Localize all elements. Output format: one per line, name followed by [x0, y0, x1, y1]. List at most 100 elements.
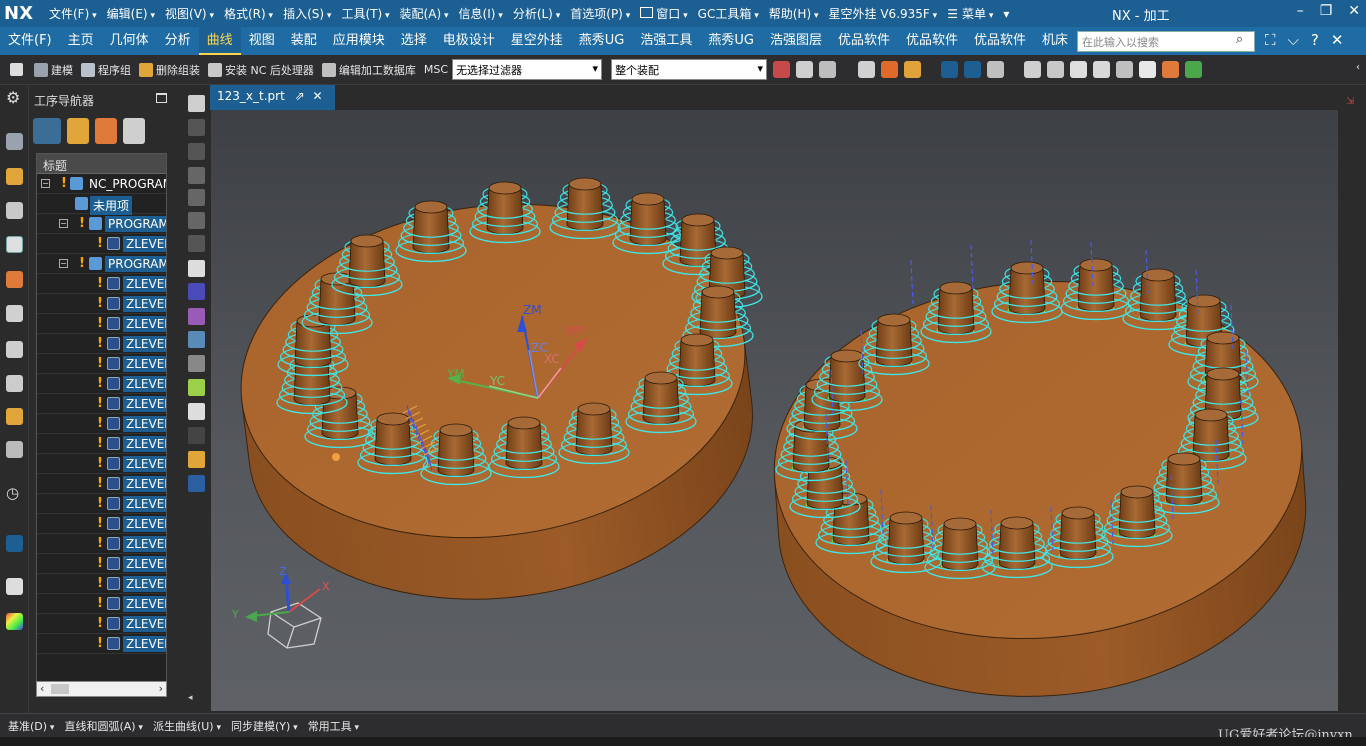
menu-insert[interactable]: 插入(S)	[278, 5, 336, 22]
tree-row[interactable]: ! ZLEVEL_PROFILE	[37, 514, 166, 534]
datum-menu[interactable]: 基准(D)	[0, 718, 59, 734]
tree-row[interactable]: ! ZLEVEL_PROFILE	[37, 294, 166, 314]
menu-menu[interactable]: ☰ 菜单	[942, 5, 998, 22]
verify-icon[interactable]	[1070, 61, 1088, 78]
generate-icon[interactable]	[1024, 61, 1042, 78]
menu-gc-toolbox[interactable]: GC工具箱	[693, 5, 764, 22]
sync-modeling-menu[interactable]: 同步建模(Y)	[226, 718, 303, 734]
menu-preferences[interactable]: 首选项(P)	[565, 5, 635, 22]
feature-navigator-icon[interactable]	[6, 305, 23, 322]
menu-file[interactable]: 文件(F)	[44, 5, 102, 22]
tree-row[interactable]: ! ZLEVEL_PROFILE	[37, 234, 166, 254]
rotate-icon[interactable]	[188, 427, 205, 444]
assembly-navigator-icon[interactable]	[6, 168, 23, 185]
show-eye-icon[interactable]	[964, 61, 982, 78]
derived-curve-menu[interactable]: 派生曲线(U)	[148, 718, 226, 734]
tab-yanxiu-2[interactable]: 燕秀UG	[700, 27, 762, 55]
replay-icon[interactable]	[1047, 61, 1065, 78]
part-navigator-icon[interactable]	[6, 133, 23, 150]
tab-curve[interactable]: 曲线	[198, 27, 241, 55]
build-button[interactable]: 建模	[30, 62, 77, 78]
tab-youpin-3[interactable]: 优品软件	[966, 27, 1034, 55]
delete-assembly-button[interactable]: 删除组装	[135, 62, 204, 78]
tree-horizontal-scrollbar[interactable]: ‹ ›	[36, 681, 167, 697]
tree-row[interactable]: ! ZLEVEL_PROFILE	[37, 414, 166, 434]
tree-row[interactable]: ! ZLEVEL_PROFILE	[37, 354, 166, 374]
panel-collapse-icon[interactable]: ⇲	[1346, 96, 1354, 107]
hide-toolpath-icon[interactable]	[987, 61, 1005, 78]
tab-youpin-2[interactable]: 优品软件	[898, 27, 966, 55]
tree-row[interactable]: ! ZLEVEL_PROFILE	[37, 594, 166, 614]
window-close-icon[interactable]: ✕	[1331, 31, 1344, 49]
search-icon[interactable]: ⌕	[1236, 32, 1243, 47]
tree-row[interactable]: ! ZLEVEL_PROFILE	[37, 434, 166, 454]
hd3d-icon[interactable]	[6, 375, 23, 392]
create-geometry-icon[interactable]	[188, 143, 205, 160]
maximize-panel-icon[interactable]	[156, 93, 167, 103]
fullscreen-icon[interactable]: ⛶	[1265, 31, 1276, 49]
geometry-view-icon[interactable]	[95, 118, 117, 144]
command-search-input[interactable]: 在此输入以搜索	[1077, 31, 1255, 52]
tree-row[interactable]: ! ZLEVEL_PROFILE	[37, 534, 166, 554]
menu-xingkong[interactable]: 星空外挂 V6.935F	[824, 5, 943, 22]
edit-object-icon[interactable]	[188, 212, 205, 229]
menu-tools[interactable]: 工具(T)	[336, 5, 394, 22]
help-icon[interactable]: ?	[1311, 31, 1319, 49]
tree-row[interactable]: ! ZLEVEL_PROFILE	[37, 494, 166, 514]
settings-gear-icon[interactable]: ⚙	[6, 89, 23, 106]
snap-point-icon[interactable]	[773, 61, 791, 78]
menu-analysis[interactable]: 分析(L)	[508, 5, 565, 22]
orient-icon[interactable]	[881, 61, 899, 78]
process-icon[interactable]	[6, 408, 23, 425]
tree-row[interactable]: 未用项	[37, 194, 166, 215]
restore-icon[interactable]: ❐	[1320, 3, 1333, 19]
quick-pick-icon[interactable]	[819, 61, 837, 78]
graphics-window[interactable]: ZM XM YM ZC XC YC Z X Y	[211, 110, 1338, 711]
create-tool-icon[interactable]	[188, 119, 205, 136]
postprocess-icon[interactable]	[1093, 61, 1111, 78]
menu-info[interactable]: 信息(I)	[454, 5, 508, 22]
layer-icon[interactable]	[1162, 61, 1180, 78]
tree-row[interactable]: ! ZLEVEL_PROFILE	[37, 274, 166, 294]
reuse-library-icon[interactable]	[6, 341, 23, 358]
create-method-icon[interactable]	[188, 167, 205, 184]
fit-icon[interactable]	[904, 61, 922, 78]
tab-yanxiu-1[interactable]: 燕秀UG	[571, 27, 633, 55]
menu-window[interactable]: 窗口	[635, 5, 692, 22]
tree-row[interactable]: ! ZLEVEL_PROFILE	[37, 334, 166, 354]
wireframe-icon[interactable]	[858, 61, 876, 78]
tab-machine[interactable]: 机床	[1034, 27, 1076, 55]
close-icon[interactable]: ✕	[1348, 3, 1360, 19]
menu-view[interactable]: 视图(V)	[160, 5, 219, 22]
hide-icon[interactable]	[1116, 61, 1134, 78]
machine-tool-view-icon[interactable]	[67, 118, 89, 144]
collapse-ribbon-icon[interactable]: ⌵	[1288, 31, 1299, 49]
collapse-icon[interactable]: −	[59, 259, 68, 268]
tab-application[interactable]: 应用模块	[325, 27, 393, 55]
create-program-icon[interactable]	[188, 95, 205, 112]
tool-path-icon[interactable]	[188, 331, 205, 348]
info-icon[interactable]	[188, 308, 205, 325]
toolbar-overflow-icon[interactable]: ‹	[1356, 62, 1360, 73]
tab-view[interactable]: 视图	[241, 27, 283, 55]
method-view-icon[interactable]	[123, 118, 145, 144]
menu-help[interactable]: 帮助(H)	[764, 5, 824, 22]
tab-haoqiang-layers[interactable]: 浩强图层	[762, 27, 830, 55]
tree-row[interactable]: −! NC_PROGRAM	[37, 174, 166, 194]
scroll-right-icon[interactable]: ›	[159, 682, 163, 695]
web-browser-icon[interactable]	[6, 441, 23, 458]
program-order-view-icon[interactable]	[33, 118, 61, 144]
tab-analysis[interactable]: 分析	[157, 27, 199, 55]
assembly-scope-dropdown[interactable]: 整个装配 ▾	[611, 59, 768, 80]
cut-icon[interactable]	[188, 235, 205, 252]
tree-row[interactable]: ! ZLEVEL_PROFILE	[37, 614, 166, 634]
tab-xingkong[interactable]: 星空外挂	[503, 27, 571, 55]
tree-row[interactable]: ! ZLEVEL_PROFILE	[37, 374, 166, 394]
layers-icon[interactable]	[188, 451, 205, 468]
tab-youpin-1[interactable]: 优品软件	[830, 27, 898, 55]
system-materials-icon[interactable]	[6, 535, 23, 552]
part-right-disc[interactable]	[762, 239, 1318, 711]
mill-icon[interactable]	[188, 283, 205, 300]
tab-select[interactable]: 选择	[393, 27, 435, 55]
tree-row[interactable]: −! PROGRAM	[37, 214, 166, 234]
